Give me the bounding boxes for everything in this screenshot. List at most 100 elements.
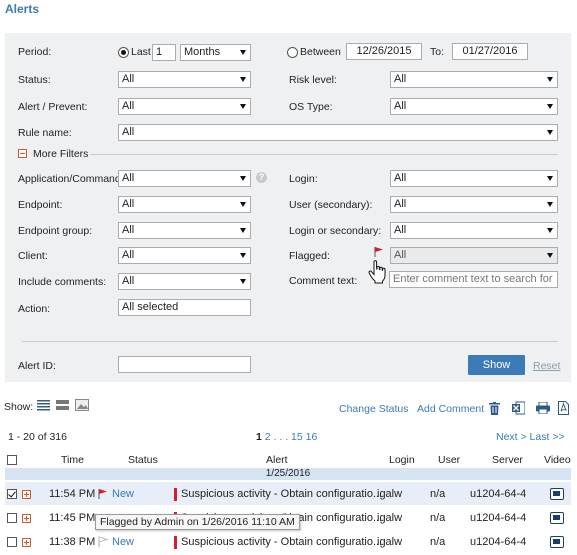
client-label: Client: <box>18 250 48 262</box>
os-type-value: All <box>394 100 407 112</box>
risk-level-select[interactable]: All <box>390 71 558 88</box>
expand-icon[interactable] <box>22 538 31 547</box>
login-select[interactable]: All <box>390 170 558 187</box>
alert-id-input[interactable] <box>118 356 251 373</box>
excel-icon[interactable] <box>512 401 525 415</box>
row-server: u1204-64-4 <box>470 488 527 500</box>
login-label: Login: <box>289 173 318 185</box>
row-time: 11:38 PM <box>49 536 96 548</box>
login-or-secondary-select[interactable]: All <box>390 222 558 239</box>
flag-icon[interactable] <box>97 488 109 500</box>
row-time: 11:45 PM <box>49 512 96 524</box>
row-status[interactable]: New <box>112 488 134 500</box>
period-from-date[interactable]: 12/26/2015 <box>346 43 422 60</box>
image-view-icon[interactable] <box>75 399 89 411</box>
endpoint-label: Endpoint: <box>18 199 63 211</box>
flag-icon[interactable] <box>373 246 385 258</box>
alert-id-label: Alert ID: <box>18 360 56 372</box>
endpoint-group-select[interactable]: All <box>118 222 251 239</box>
video-icon[interactable] <box>550 512 564 524</box>
flagged-select[interactable]: All <box>390 247 558 264</box>
chevron-down-icon <box>547 130 553 135</box>
comment-text-input[interactable]: Enter comment text to search for <box>389 271 558 288</box>
period-between-label: Between <box>300 46 341 58</box>
chevron-down-icon <box>240 202 246 207</box>
user-secondary-select[interactable]: All <box>390 196 558 213</box>
login-or-secondary-value: All <box>394 224 407 236</box>
col-server[interactable]: Server <box>492 454 523 466</box>
col-video[interactable]: Video <box>544 454 571 466</box>
date-group-row: 1/25/2016 <box>5 468 571 480</box>
period-unit-select[interactable]: Months <box>180 44 251 61</box>
row-checkbox[interactable] <box>7 489 17 499</box>
rule-name-select[interactable]: All <box>118 124 558 141</box>
col-user[interactable]: User <box>438 454 460 466</box>
client-select[interactable]: All <box>118 247 251 264</box>
chevron-down-icon <box>240 104 246 109</box>
grid-view-icon[interactable] <box>56 399 69 411</box>
print-icon[interactable] <box>536 402 550 414</box>
chevron-down-icon <box>547 202 553 207</box>
expand-icon[interactable] <box>22 490 31 499</box>
row-checkbox[interactable] <box>7 513 17 523</box>
list-view-icon[interactable] <box>37 399 50 411</box>
row-status[interactable]: New <box>112 536 134 548</box>
login-or-secondary-label: Login or secondary: <box>289 225 382 237</box>
chevron-down-icon <box>547 77 553 82</box>
panel-divider <box>22 341 558 342</box>
collapse-icon[interactable] <box>18 149 27 158</box>
chevron-down-icon <box>240 77 246 82</box>
reset-link[interactable]: Reset <box>533 360 560 372</box>
video-icon[interactable] <box>550 488 564 500</box>
user-secondary-label: User (secondary): <box>289 199 373 211</box>
col-status[interactable]: Status <box>128 454 158 466</box>
row-checkbox[interactable] <box>7 537 17 547</box>
risk-level-label: Risk level: <box>289 74 337 86</box>
show-button[interactable]: Show <box>468 355 525 375</box>
more-filters-toggle[interactable]: More Filters <box>33 148 88 160</box>
col-time[interactable]: Time <box>61 454 84 466</box>
status-label: Status: <box>18 74 51 86</box>
period-between-radio[interactable] <box>287 47 298 58</box>
period-last-input[interactable]: 1 <box>152 44 176 61</box>
row-user: n/a <box>430 512 446 524</box>
application-select[interactable]: All <box>118 170 251 187</box>
delete-icon[interactable] <box>489 402 500 415</box>
chevron-down-icon <box>240 279 246 284</box>
period-to-date[interactable]: 01/27/2016 <box>452 43 528 60</box>
endpoint-group-label: Endpoint group: <box>18 225 93 237</box>
endpoint-select[interactable]: All <box>118 196 251 213</box>
info-icon[interactable]: ? <box>256 172 267 183</box>
add-comment-link[interactable]: Add Comment <box>417 403 484 415</box>
endpoint-group-value: All <box>122 224 135 236</box>
page-title: Alerts <box>5 2 40 16</box>
period-last-label: Last <box>131 46 151 58</box>
page-links[interactable]: 2 . . . 15 16 <box>265 431 318 443</box>
risk-indicator <box>174 536 177 549</box>
include-comments-select[interactable]: All <box>118 273 251 290</box>
rule-name-label: Rule name: <box>18 127 72 139</box>
flag-outline-icon[interactable] <box>97 536 109 548</box>
action-input[interactable]: All selected <box>118 299 251 316</box>
flag-tooltip: Flagged by Admin on 1/26/2016 11:10 AM <box>95 514 300 530</box>
video-icon[interactable] <box>550 536 564 548</box>
col-login[interactable]: Login <box>389 454 415 466</box>
client-value: All <box>122 249 135 261</box>
row-alert[interactable]: Suspicious activity - Obtain configurati… <box>181 488 382 500</box>
next-last-links[interactable]: Next > Last >> <box>496 431 565 443</box>
row-login: igalw <box>377 512 403 524</box>
pdf-icon[interactable] <box>558 401 569 415</box>
alert-prevent-select[interactable]: All <box>118 98 251 115</box>
expand-icon[interactable] <box>22 514 31 523</box>
select-all-checkbox[interactable] <box>7 455 17 465</box>
row-login: igalw <box>377 536 403 548</box>
period-last-radio[interactable] <box>118 47 129 58</box>
col-alert[interactable]: Alert <box>266 454 288 466</box>
chevron-down-icon <box>547 104 553 109</box>
application-label: Application/Command: <box>18 173 124 185</box>
os-type-label: OS Type: <box>289 101 333 113</box>
status-select[interactable]: All <box>118 71 251 88</box>
change-status-link[interactable]: Change Status <box>339 403 408 415</box>
row-alert[interactable]: Suspicious activity - Obtain configurati… <box>181 536 382 548</box>
os-type-select[interactable]: All <box>390 98 558 115</box>
